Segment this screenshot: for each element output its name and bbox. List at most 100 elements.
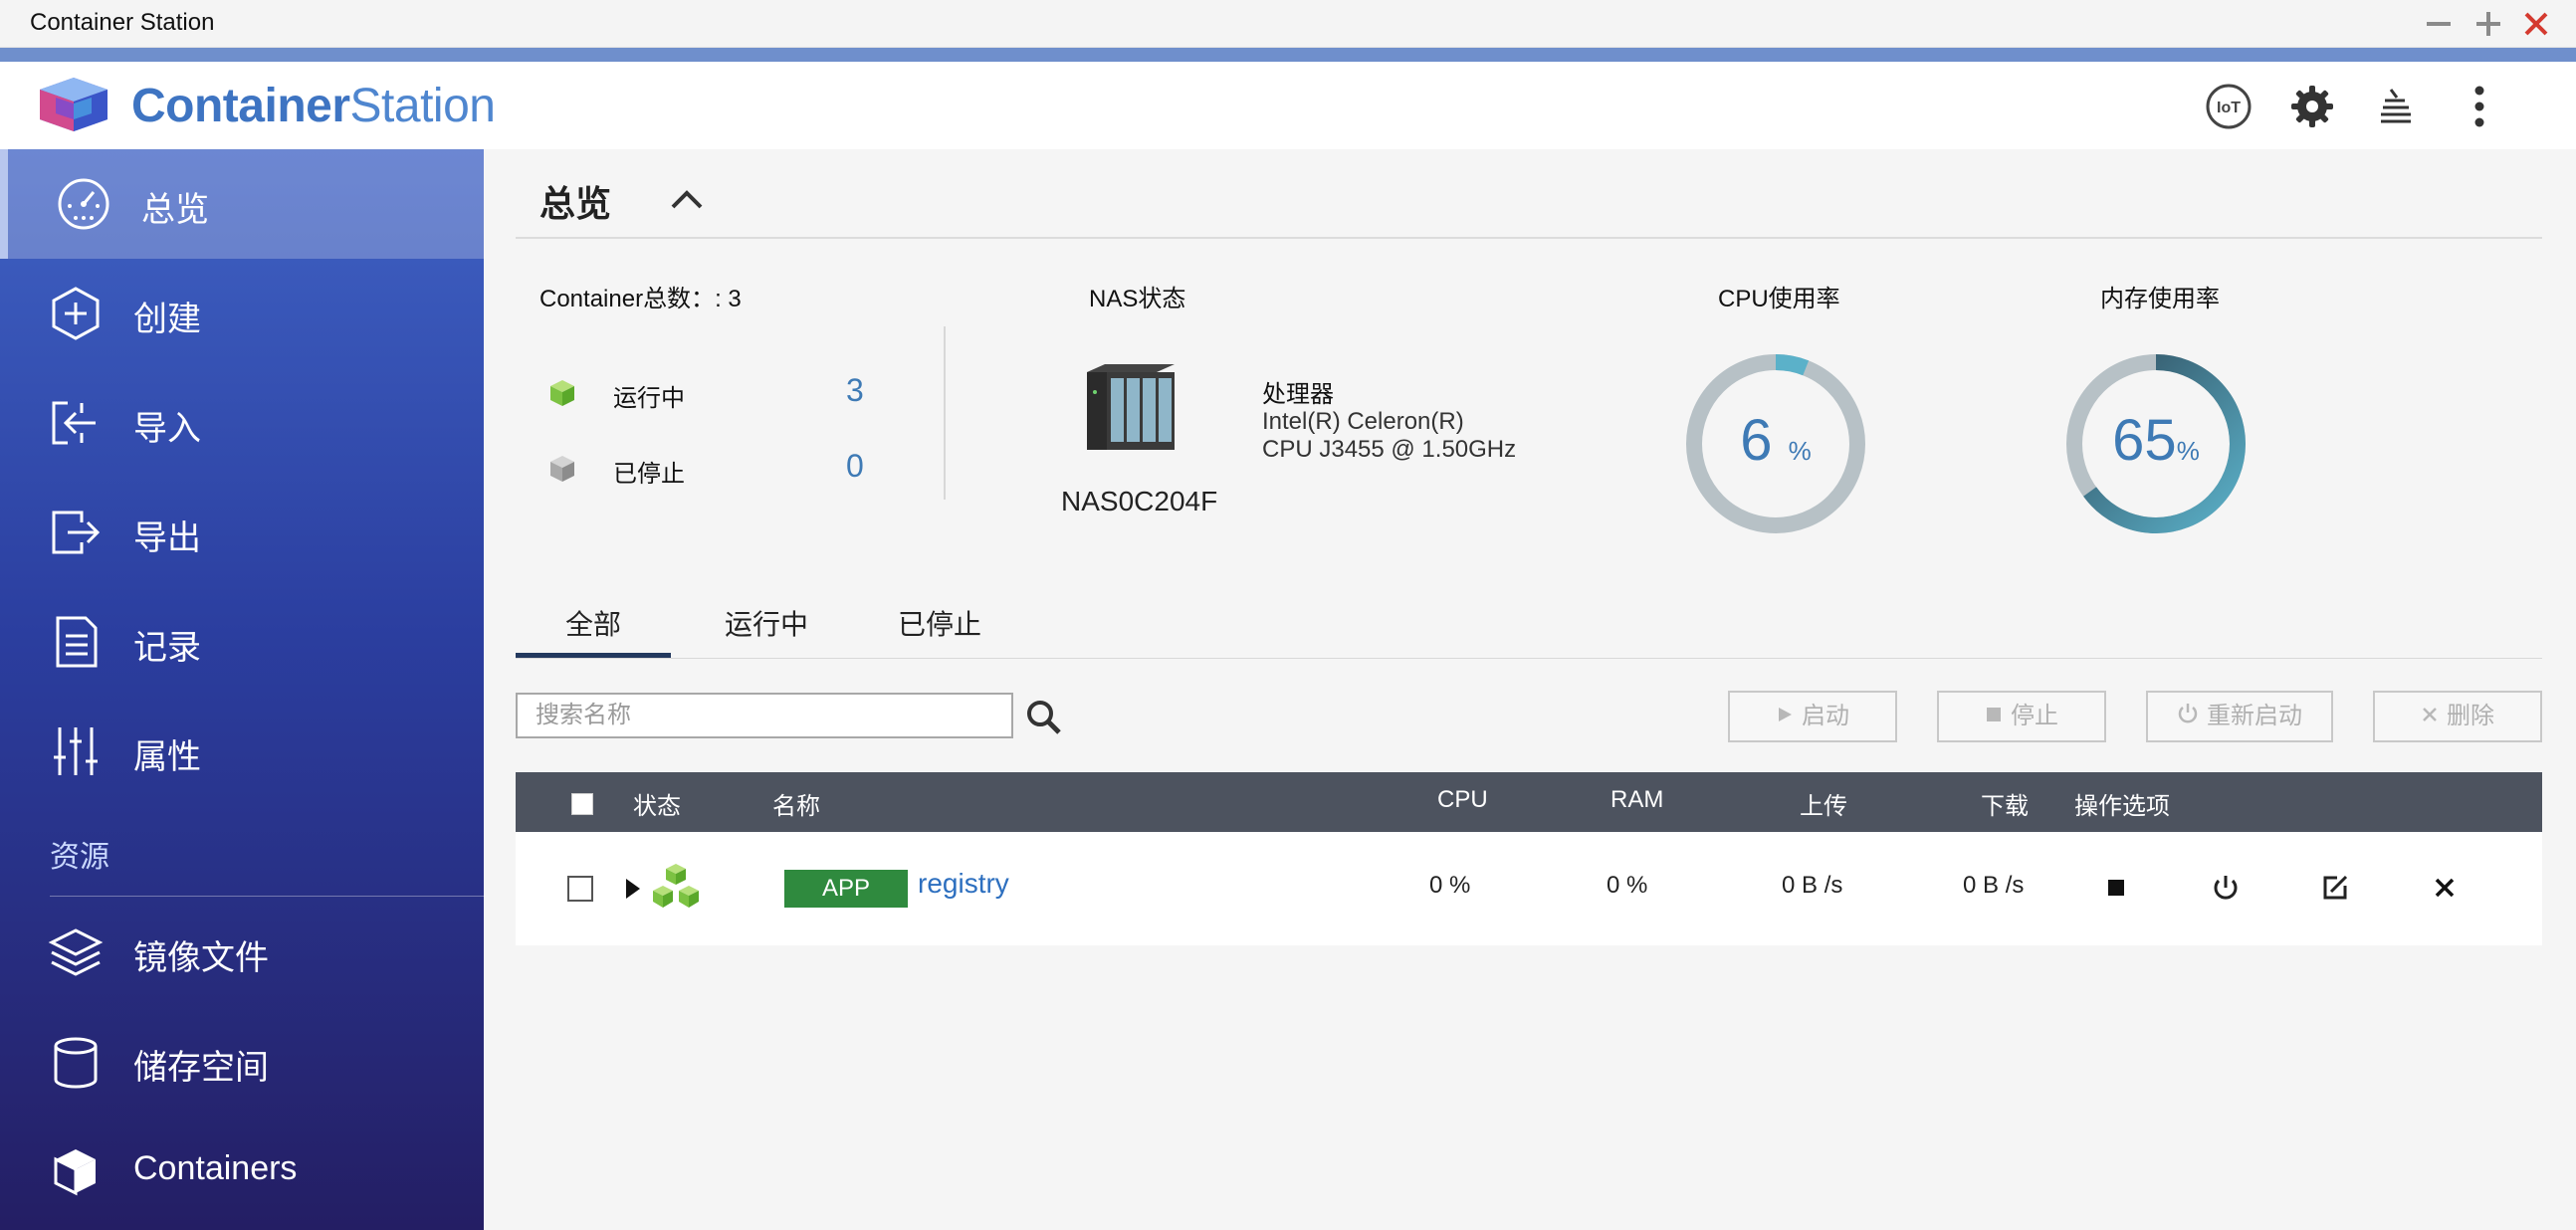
- sidebar-item-logs[interactable]: 记录: [0, 587, 484, 697]
- import-icon: [48, 395, 104, 451]
- edit-icon[interactable]: [2315, 868, 2355, 908]
- maximize-icon[interactable]: [2469, 4, 2508, 44]
- brand-name: ContainerStation: [131, 79, 496, 133]
- play-icon: [1776, 693, 1794, 740]
- expand-triangle-icon[interactable]: [623, 876, 643, 902]
- restart-button[interactable]: 重新启动: [2146, 691, 2333, 742]
- container-total-value: : 3: [715, 286, 742, 312]
- sidebar-item-create[interactable]: 创建: [0, 259, 484, 368]
- sidebar-item-overview[interactable]: 总览: [0, 149, 484, 259]
- overview-vertical-divider: [944, 326, 946, 500]
- settings-gear-icon[interactable]: [2287, 82, 2337, 131]
- sidebar-item-label: 属性: [133, 738, 201, 776]
- container-station-window: Container Station ContainerStation IoT 总…: [0, 0, 2576, 1230]
- sidebar-item-containers[interactable]: Containers: [0, 1117, 484, 1226]
- more-vertical-icon[interactable]: [2455, 82, 2504, 131]
- header-upload: 上传: [1800, 793, 1847, 820]
- header-ram: RAM: [1610, 786, 1664, 813]
- restart-button-label: 重新启动: [2207, 703, 2302, 729]
- sidebar-item-label: Containers: [133, 1149, 298, 1187]
- sidebar: 总览 创建 导入 导出 记录 属性 资源 镜像文件 储存空间 Container…: [0, 149, 484, 1230]
- row-checkbox[interactable]: [567, 876, 593, 902]
- stop-button-label: 停止: [2011, 703, 2058, 729]
- sidebar-item-label: 总览: [141, 191, 209, 229]
- start-button-label: 启动: [1802, 703, 1849, 729]
- cpu-usage-label: CPU使用率: [1718, 286, 1840, 312]
- sidebar-item-label: 导入: [133, 410, 201, 448]
- container-name-link[interactable]: registry: [918, 868, 1009, 900]
- select-all-checkbox[interactable]: [571, 793, 593, 815]
- running-count: 3: [846, 372, 864, 408]
- row-ram: 0 %: [1607, 872, 1648, 899]
- memory-usage-value: 65%: [2064, 406, 2248, 486]
- brand-light: Station: [349, 80, 496, 132]
- running-label: 运行中: [613, 385, 685, 412]
- cpu-usage-number: 6: [1740, 408, 1773, 473]
- tab-running[interactable]: 运行中: [689, 603, 844, 659]
- memory-percent-sign: %: [2176, 436, 2200, 466]
- tab-label: 运行中: [724, 609, 808, 640]
- nas-device-icon: [1085, 362, 1177, 454]
- delete-button[interactable]: 删除: [2373, 691, 2542, 742]
- iot-label: IoT: [2217, 100, 2241, 116]
- sidebar-item-properties[interactable]: 属性: [0, 697, 484, 806]
- sidebar-section-resources: 资源: [50, 841, 109, 874]
- layers-icon: [48, 924, 104, 980]
- power-icon: [2177, 693, 2199, 740]
- sidebar-item-label: 记录: [133, 629, 201, 667]
- sidebar-item-label: 导出: [133, 519, 201, 557]
- container-station-logo: [36, 76, 111, 133]
- table-row[interactable]: APP registry 0 % 0 % 0 B /s 0 B /s: [516, 832, 2542, 945]
- app-header: ContainerStation IoT: [0, 62, 2576, 149]
- search-input[interactable]: [516, 693, 1013, 738]
- cpu-usage-gauge: 6 %: [1684, 352, 1867, 535]
- sliders-icon: [48, 723, 104, 779]
- overview-divider: [516, 237, 2542, 239]
- processor-line2: CPU J3455 @ 1.50GHz: [1262, 436, 1517, 463]
- plus-hexagon-icon: [48, 286, 104, 341]
- memory-usage-number: 65: [2112, 408, 2177, 473]
- container-total: Container总数：: 3: [539, 279, 742, 313]
- sidebar-item-images[interactable]: 镜像文件: [0, 898, 484, 1007]
- stopped-label: 已停止: [613, 461, 685, 488]
- stop-square-icon: [1985, 693, 2003, 740]
- cpu-usage-value: 6 %: [1684, 406, 1867, 486]
- minimize-icon[interactable]: [2419, 4, 2459, 44]
- page-title: 总览: [539, 183, 612, 224]
- close-icon[interactable]: [2516, 4, 2556, 44]
- stopped-cube-icon: [547, 454, 577, 484]
- processor-line1: Intel(R) Celeron(R): [1262, 408, 1464, 435]
- sidebar-item-export[interactable]: 导出: [0, 478, 484, 587]
- tab-label: 全部: [564, 609, 621, 640]
- tab-stopped[interactable]: 已停止: [862, 603, 1017, 659]
- nas-name: NAS0C204F: [1061, 486, 1218, 516]
- header-download: 下载: [1981, 793, 2029, 820]
- document-icon: [48, 614, 104, 670]
- start-button[interactable]: 启动: [1728, 691, 1897, 742]
- memory-usage-label: 内存使用率: [2100, 286, 2220, 312]
- processor-label: 处理器: [1262, 381, 1334, 408]
- main-content: 总览 Container总数：: 3 运行中 3 已停止 0 NAS状态 NAS…: [484, 149, 2576, 1230]
- delete-button-label: 删除: [2447, 703, 2494, 729]
- stop-button[interactable]: 停止: [1937, 691, 2106, 742]
- cylinder-icon: [48, 1034, 104, 1090]
- chevron-up-icon[interactable]: [665, 177, 709, 221]
- x-icon: [2421, 693, 2439, 740]
- stack-icon[interactable]: [2371, 82, 2421, 131]
- stop-icon[interactable]: [2096, 868, 2136, 908]
- iot-icon[interactable]: IoT: [2204, 82, 2254, 131]
- app-containers-icon: [649, 862, 703, 912]
- table-header: 状态 名称 CPU RAM 上传 下载 操作选项: [516, 772, 2542, 832]
- power-icon[interactable]: [2206, 868, 2246, 908]
- window-title: Container Station: [30, 9, 215, 36]
- header-name: 名称: [772, 793, 820, 820]
- row-download: 0 B /s: [1963, 872, 2025, 899]
- sidebar-item-import[interactable]: 导入: [0, 368, 484, 478]
- sidebar-item-storage[interactable]: 储存空间: [0, 1007, 484, 1117]
- search-icon[interactable]: [1021, 695, 1067, 740]
- tab-all[interactable]: 全部: [516, 603, 671, 659]
- container-total-label: Container总数：: [539, 286, 716, 312]
- header-accent-bar: [0, 48, 2576, 62]
- dashboard-gauge-icon: [56, 176, 111, 232]
- delete-x-icon[interactable]: [2425, 868, 2465, 908]
